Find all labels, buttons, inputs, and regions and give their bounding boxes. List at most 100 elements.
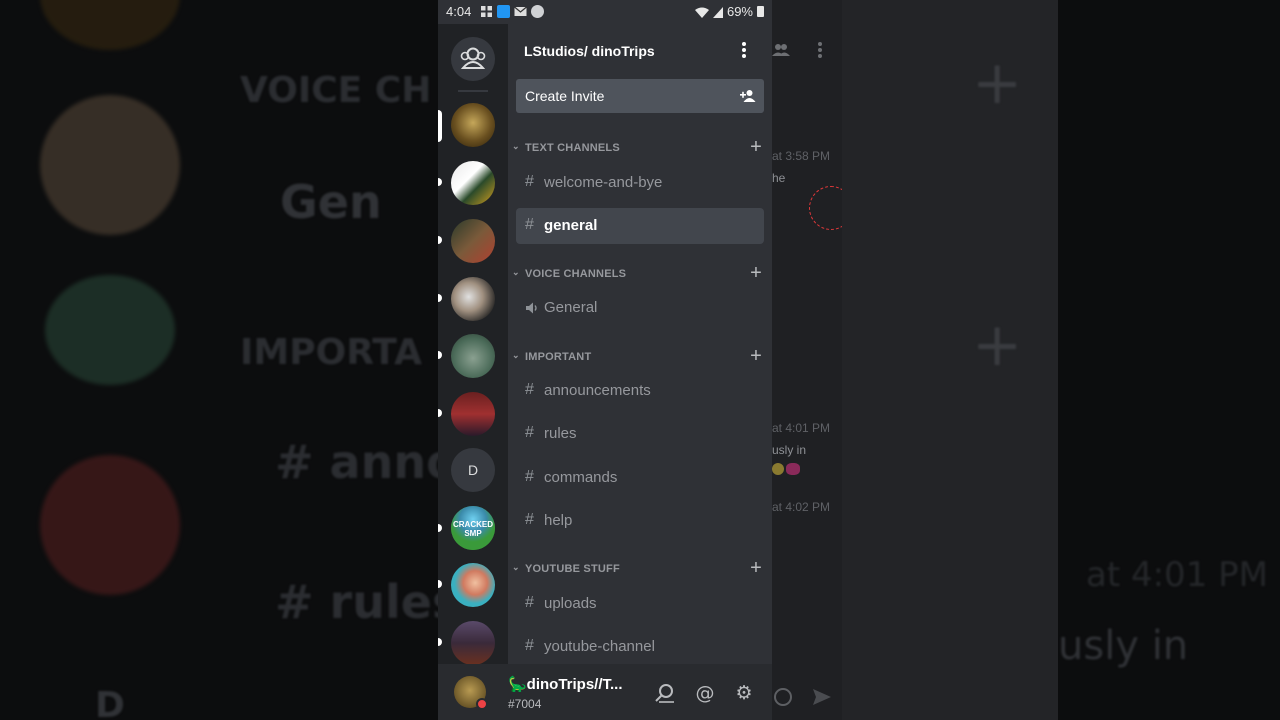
channel-announcements[interactable]: # announcements	[516, 373, 764, 409]
messenger-icon	[531, 5, 544, 18]
add-person-icon	[740, 88, 756, 104]
channel-youtube-channel[interactable]: # youtube-channel	[516, 629, 764, 665]
behind-msg-2: usly in	[772, 443, 807, 457]
direct-messages-button[interactable]	[451, 37, 495, 81]
category-label: YOUTUBE STUFF	[525, 563, 620, 575]
channel-label: General	[544, 299, 598, 316]
category-label: IMPORTANT	[525, 351, 592, 363]
add-channel-icon[interactable]: +	[750, 136, 762, 159]
mentions-icon[interactable]: @	[694, 682, 716, 704]
channel-label: announcements	[544, 382, 651, 399]
blurred-guild-1	[40, 0, 180, 50]
hash-icon: #	[525, 424, 534, 441]
server-options-icon[interactable]	[740, 42, 748, 60]
voice-channel-general[interactable]: General	[516, 290, 764, 326]
channel-help[interactable]: # help	[516, 503, 764, 539]
unread-indicator	[438, 524, 442, 532]
guild-2[interactable]	[451, 161, 495, 205]
add-channel-icon[interactable]: +	[750, 557, 762, 580]
unread-indicator	[438, 638, 442, 646]
hash-icon: #	[525, 468, 534, 485]
blurred-usly: usly in	[1058, 623, 1189, 669]
blurred-guild-4	[40, 455, 180, 595]
category-important[interactable]: ⌄ IMPORTANT +	[512, 345, 762, 367]
blurred-important-heading: IMPORTA	[240, 332, 422, 373]
channel-welcome-and-bye[interactable]: # welcome-and-bye	[516, 165, 764, 201]
hash-icon: #	[525, 216, 534, 233]
blurred-d: D	[95, 685, 125, 720]
guild-4[interactable]	[451, 277, 495, 321]
emoji-reaction	[772, 463, 802, 475]
channel-general[interactable]: # general	[516, 208, 764, 244]
category-text-channels[interactable]: ⌄ TEXT CHANNELS +	[512, 136, 762, 158]
gear-icon[interactable]: ⚙	[733, 682, 755, 704]
status-bar: 4:04 69%	[438, 0, 772, 24]
add-channel-icon[interactable]: +	[750, 262, 762, 285]
status-time: 4:04	[446, 4, 472, 19]
status-right: 69%	[694, 4, 764, 19]
add-channel-icon[interactable]: +	[750, 345, 762, 368]
search-icon[interactable]	[654, 682, 676, 704]
unread-indicator	[438, 294, 442, 302]
channel-rules[interactable]: # rules	[516, 416, 764, 452]
server-rail: D CRACKED SMP	[438, 24, 508, 665]
category-label: VOICE CHANNELS	[525, 268, 627, 280]
category-youtube-stuff[interactable]: ⌄ YOUTUBE STUFF +	[512, 557, 762, 579]
blurred-gen: Gen	[280, 175, 382, 229]
channel-label: general	[544, 217, 598, 234]
channel-label: commands	[544, 469, 618, 486]
wifi-icon	[694, 6, 709, 18]
signal-icon	[712, 6, 723, 18]
speaker-icon	[525, 301, 539, 315]
mail-icon	[514, 5, 527, 18]
chevron-down-icon: ⌄	[512, 350, 520, 360]
channel-label: help	[544, 512, 573, 529]
blurred-guild-3	[45, 275, 175, 385]
dnd-status-icon	[476, 698, 488, 710]
chat-more-icon	[818, 42, 822, 58]
guild-dinotrips[interactable]	[451, 103, 495, 147]
chevron-down-icon: ⌄	[512, 562, 520, 572]
app-notification-icon	[497, 5, 510, 18]
unread-indicator	[438, 178, 442, 186]
blurred-plus-1: +	[972, 48, 1023, 118]
username[interactable]: 🦕dinoTrips//T...	[508, 675, 623, 693]
channel-label: welcome-and-bye	[544, 174, 663, 191]
guild-zhc[interactable]	[451, 334, 495, 378]
emoji-icon	[774, 688, 792, 706]
unread-indicator	[438, 580, 442, 588]
chat-area-behind: at 3:58 PM he at 4:01 PM usly in at 4:02…	[772, 0, 842, 720]
notification-icons	[480, 5, 544, 18]
behind-time-3: at 4:02 PM	[772, 500, 831, 514]
hash-icon: #	[525, 173, 534, 190]
guild-10[interactable]	[451, 621, 495, 665]
blurred-rules: # rules	[275, 575, 438, 629]
selected-indicator	[438, 110, 442, 142]
blurred-time: at 4:01 PM	[1086, 555, 1268, 595]
loading-ring	[809, 186, 842, 230]
server-name[interactable]: LStudios/ dinoTrips	[524, 43, 655, 59]
members-icon	[772, 42, 790, 56]
channel-commands[interactable]: # commands	[516, 460, 764, 496]
behind-time-1: at 3:58 PM	[772, 149, 831, 163]
channel-uploads[interactable]: # uploads	[516, 586, 764, 622]
user-discriminator: #7004	[508, 697, 542, 711]
guild-arkcraft[interactable]	[451, 219, 495, 263]
guild-cartoon[interactable]	[451, 563, 495, 607]
unread-indicator	[438, 236, 442, 244]
channel-label: youtube-channel	[544, 638, 655, 655]
category-label: TEXT CHANNELS	[525, 142, 620, 154]
guild-cracked-smp[interactable]: CRACKED SMP	[451, 506, 495, 550]
channel-label: rules	[544, 425, 577, 442]
create-invite-button[interactable]: Create Invite	[516, 79, 764, 113]
category-voice-channels[interactable]: ⌄ VOICE CHANNELS +	[512, 262, 762, 284]
phone-screen: 4:04 69% D CRACKED SMP LStudios/ dinoTri…	[438, 0, 772, 720]
behind-time-2: at 4:01 PM	[772, 421, 831, 435]
guild-letter-d[interactable]: D	[451, 448, 495, 492]
guild-6[interactable]	[451, 392, 495, 436]
hash-icon: #	[525, 511, 534, 528]
guild-initial: D	[467, 462, 479, 478]
user-panel: 🦕dinoTrips//T... #7004 @ ⚙	[438, 664, 772, 720]
blurred-backdrop-left: VOICE CH Gen IMPORTA # anno # rules D	[0, 0, 438, 720]
chevron-down-icon: ⌄	[512, 141, 520, 151]
